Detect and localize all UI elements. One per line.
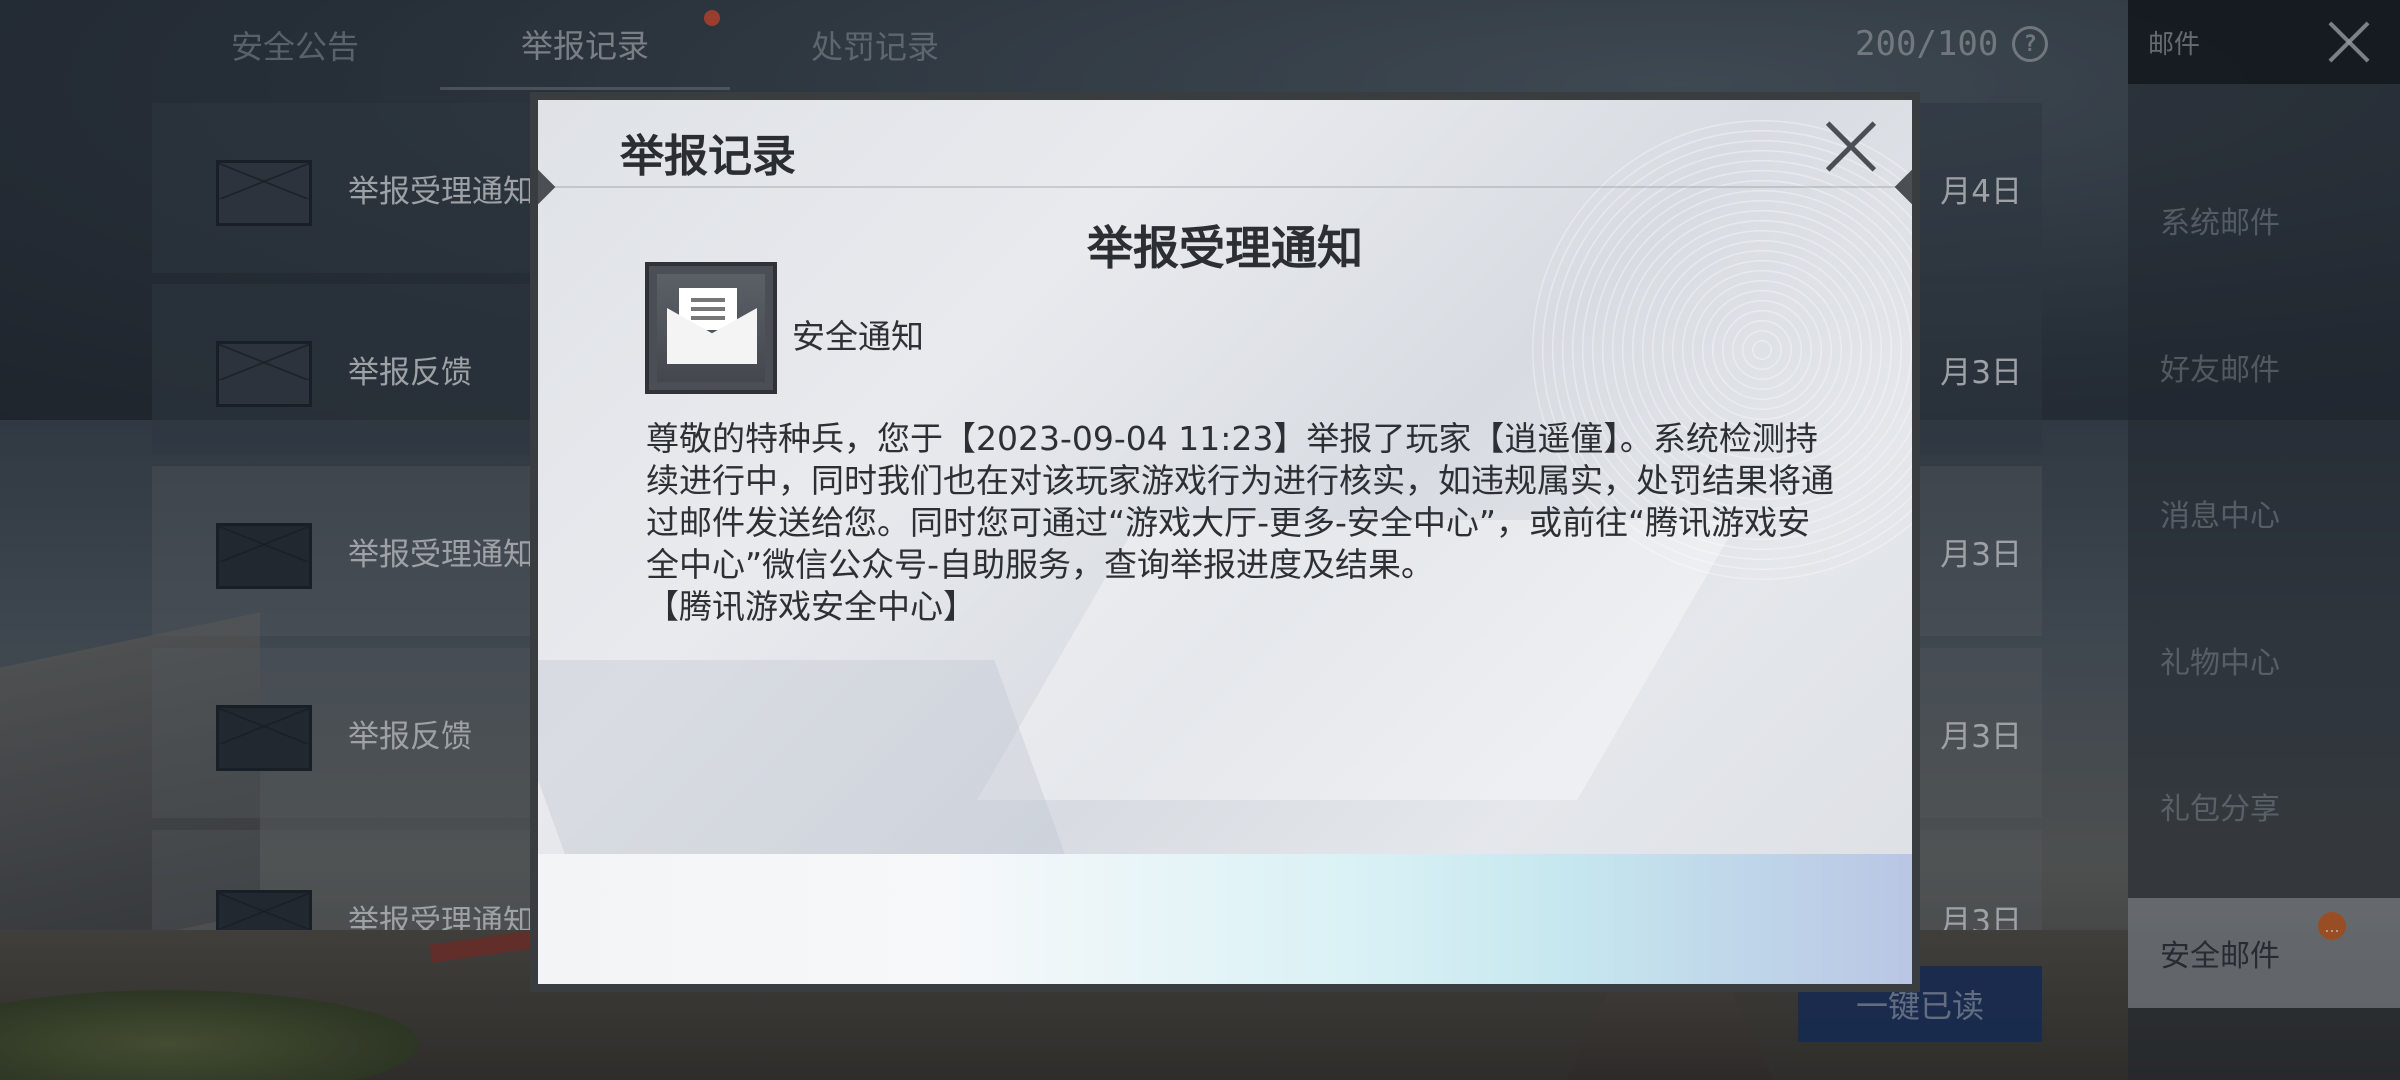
dialog-body: 举报记录 举报受理通知 安全通知 尊敬的特种兵，您于【2023-09-04 11… xyxy=(538,100,1912,984)
report-record-dialog: 举报记录 举报受理通知 安全通知 尊敬的特种兵，您于【2023-09-04 11… xyxy=(530,92,1920,992)
notice-body-text: 尊敬的特种兵，您于【2023-09-04 11:23】举报了玩家【逍遥僮】。系统… xyxy=(646,419,1834,584)
mail-envelope-icon xyxy=(645,262,777,394)
close-icon[interactable] xyxy=(1824,120,1878,174)
attachment-area xyxy=(538,854,1912,984)
dialog-title: 举报记录 xyxy=(620,131,796,182)
sender-name: 安全通知 xyxy=(792,317,924,356)
dialog-header: 举报记录 xyxy=(538,100,1912,188)
notice-signature: 【腾讯游戏安全中心】 xyxy=(646,587,976,626)
